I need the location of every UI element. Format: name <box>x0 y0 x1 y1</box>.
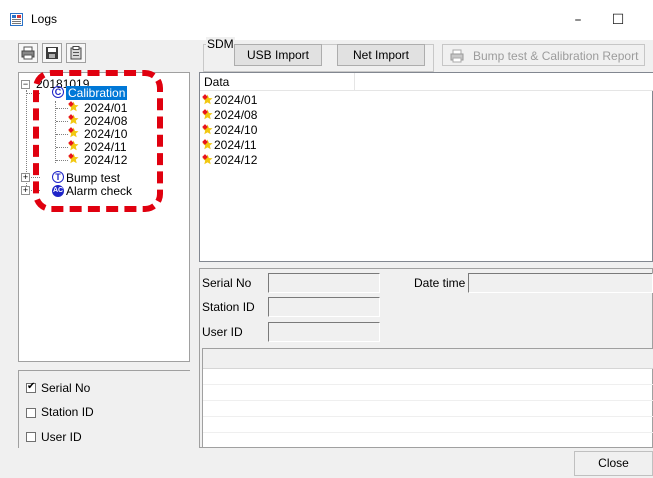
serial-no-checkbox[interactable]: ✔ <box>26 381 36 393</box>
column-separator <box>354 73 355 91</box>
close-window-button[interactable]: ✕ <box>638 6 653 34</box>
date-time-field[interactable] <box>468 273 653 293</box>
check-mark-icon: ✔ <box>27 381 36 392</box>
user-id-checkbox[interactable] <box>26 432 36 442</box>
detail-grid-header <box>203 349 653 369</box>
data-list-header <box>200 73 653 91</box>
station-id-field[interactable] <box>268 297 380 317</box>
clipboard-button[interactable] <box>66 43 86 63</box>
usb-import-button[interactable]: USB Import <box>234 44 322 66</box>
maximize-button[interactable]: ☐ <box>598 6 638 34</box>
close-button[interactable]: Close <box>574 451 653 476</box>
tree-expander-root[interactable]: − <box>21 80 30 89</box>
sdm-group-label: SDM <box>206 37 235 51</box>
data-column-header[interactable]: Data <box>204 75 229 89</box>
user-id-field[interactable] <box>268 322 380 342</box>
log-entry-icon <box>202 124 213 135</box>
minimize-button[interactable]: – <box>558 6 598 34</box>
data-list-item[interactable]: 2024/01 <box>214 93 257 107</box>
serial-no-field[interactable] <box>268 273 380 293</box>
station-id-label: Station ID <box>202 300 255 314</box>
data-list-item[interactable]: 2024/08 <box>214 108 257 122</box>
window-title: Logs <box>31 12 58 26</box>
serial-no-checkbox-label: Serial No <box>41 381 91 395</box>
station-id-checkbox[interactable] <box>26 408 36 418</box>
data-list-item[interactable]: 2024/12 <box>214 153 257 167</box>
log-entry-icon <box>202 94 213 105</box>
net-import-button[interactable]: Net Import <box>337 44 425 66</box>
user-id-label: User ID <box>202 325 243 339</box>
save-button[interactable] <box>42 43 62 63</box>
serial-no-label: Serial No <box>202 276 252 290</box>
grid-row-line <box>203 384 653 385</box>
grid-row-line <box>203 416 653 417</box>
grid-row-line <box>203 400 653 401</box>
data-list-item[interactable]: 2024/11 <box>214 138 257 152</box>
print-button[interactable] <box>18 43 38 63</box>
title-bar <box>0 0 653 40</box>
highlight-annotation <box>33 70 163 212</box>
date-time-label: Date time <box>414 276 466 290</box>
report-button-label: Bump test & Calibration Report <box>473 49 639 63</box>
data-list[interactable] <box>199 72 653 262</box>
grid-row-line <box>203 432 653 433</box>
log-entry-icon <box>202 139 213 150</box>
tree-expander-bump[interactable]: + <box>21 173 30 182</box>
data-list-item[interactable]: 2024/10 <box>214 123 257 137</box>
user-id-checkbox-label: User ID <box>41 430 82 444</box>
logs-app-icon <box>10 13 23 26</box>
log-entry-icon <box>202 109 213 120</box>
station-id-checkbox-label: Station ID <box>41 405 94 419</box>
calibration-report-button[interactable]: Bump test & Calibration Report <box>442 44 645 66</box>
log-entry-icon <box>202 154 213 165</box>
tree-expander-alarm[interactable]: + <box>21 186 30 195</box>
